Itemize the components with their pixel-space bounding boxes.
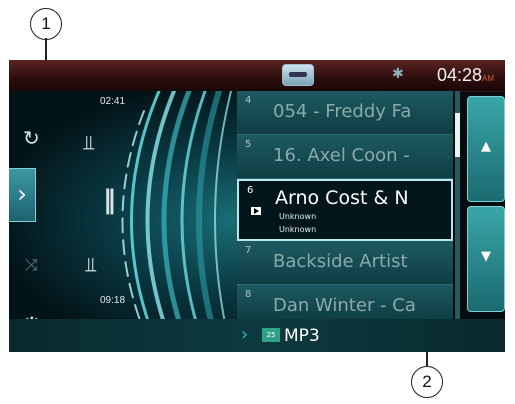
track-title: Dan Winter - Ca bbox=[273, 295, 416, 316]
list-item[interactable]: 8 Dan Winter - Ca bbox=[237, 285, 453, 319]
down-arrow-icon: ▼ bbox=[481, 249, 491, 264]
source-label[interactable]: MP3 bbox=[284, 326, 320, 346]
now-playing-icon bbox=[251, 207, 261, 215]
bluetooth-icon: ✱ bbox=[392, 66, 404, 82]
track-number: 5 bbox=[245, 139, 252, 150]
pause-button[interactable]: ‖ bbox=[103, 185, 116, 215]
list-item[interactable]: 5 16. Axel Coon - bbox=[237, 135, 453, 179]
shuffle-icon[interactable]: ⤨ bbox=[25, 255, 38, 275]
source-bar[interactable] bbox=[9, 319, 505, 352]
status-bar: ✱ 04:28AM bbox=[9, 60, 505, 92]
page-down-button[interactable]: ▼ bbox=[467, 206, 505, 312]
clock: 04:28AM bbox=[437, 65, 494, 86]
progress-arcs bbox=[121, 91, 232, 350]
clock-time: 04:28 bbox=[437, 65, 483, 85]
track-artist: Unknown bbox=[279, 212, 317, 221]
list-item[interactable]: 7 Backside Artist bbox=[237, 241, 453, 285]
elapsed-time: 02:41 bbox=[100, 96, 126, 107]
head-unit-screen: ✱ 04:28AM ↻ › ⤨ ⚙ 02:41 09:18 ⫫ ‖ ⫫ 4 05… bbox=[9, 60, 505, 352]
callout-2: 2 bbox=[411, 366, 443, 398]
track-list: 4 054 - Freddy Fa 5 16. Axel Coon - 6 Ar… bbox=[237, 91, 453, 319]
total-time: 09:18 bbox=[100, 295, 126, 306]
clock-ampm: AM bbox=[482, 74, 495, 83]
previous-track-button[interactable]: ⫫ bbox=[83, 130, 94, 154]
track-title: Arno Cost & N bbox=[275, 187, 409, 209]
folder-icon: 25 bbox=[262, 328, 280, 342]
callout-1: 1 bbox=[30, 8, 62, 40]
repeat-icon[interactable]: ↻ bbox=[23, 126, 40, 150]
track-number: 7 bbox=[245, 245, 252, 256]
scroll-thumb[interactable] bbox=[455, 113, 460, 157]
track-number: 6 bbox=[247, 185, 254, 196]
list-item-selected[interactable]: 6 Arno Cost & N Unknown Unknown bbox=[237, 179, 453, 241]
page-up-button[interactable]: ▲ bbox=[467, 96, 505, 202]
track-title: 054 - Freddy Fa bbox=[273, 101, 412, 122]
track-title: Backside Artist bbox=[273, 251, 408, 272]
track-number: 4 bbox=[245, 95, 252, 106]
expand-menu-button[interactable]: › bbox=[9, 168, 36, 222]
track-album: Unknown bbox=[279, 225, 317, 234]
list-item[interactable]: 4 054 - Freddy Fa bbox=[237, 91, 453, 135]
phone-icon bbox=[282, 64, 314, 86]
track-number: 8 bbox=[245, 289, 252, 300]
next-track-button[interactable]: ⫫ bbox=[85, 252, 96, 276]
track-title: 16. Axel Coon - bbox=[273, 145, 410, 166]
scrollbar[interactable] bbox=[455, 91, 460, 319]
up-arrow-icon: ▲ bbox=[481, 139, 491, 154]
chevron-right-icon: › bbox=[241, 324, 249, 345]
